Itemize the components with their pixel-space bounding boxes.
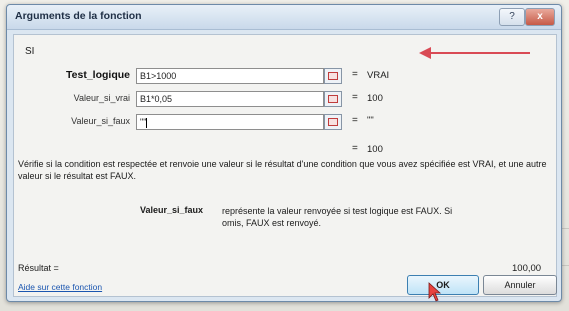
dialog-title: Arguments de la fonction — [15, 10, 142, 22]
arg-result-valeur-si-vrai: 100 — [367, 93, 383, 104]
result-label: Résultat = — [18, 263, 59, 273]
dialog-content: SI Test_logique B1>1000 = VRAI Valeur_si… — [13, 34, 557, 297]
current-arg-name: Valeur_si_faux — [140, 205, 204, 215]
result-value: 100,00 — [512, 263, 542, 274]
arg-input-test-logique[interactable]: B1>1000 — [136, 68, 324, 84]
arg-input-valeur-si-faux[interactable]: "" — [136, 114, 324, 130]
collapse-dialog-icon[interactable] — [324, 68, 342, 84]
arg-result-test-logique: VRAI — [367, 70, 390, 81]
equals-sign: = — [352, 69, 358, 80]
arg-result-valeur-si-faux: "" — [367, 115, 374, 126]
collapse-dialog-icon[interactable] — [324, 114, 342, 130]
close-button[interactable]: x — [525, 8, 555, 26]
ok-button[interactable]: OK — [407, 275, 479, 295]
mouse-cursor-icon — [428, 282, 442, 302]
help-link[interactable]: Aide sur cette fonction — [18, 282, 102, 292]
function-arguments-dialog: Arguments de la fonction ? x SI Test_log… — [6, 4, 562, 302]
arg-label-valeur-si-vrai: Valeur_si_vrai — [73, 93, 130, 103]
current-arg-description: représente la valeur renvoyée si test lo… — [222, 206, 453, 228]
equals-sign: = — [352, 143, 358, 154]
collapse-dialog-icon[interactable] — [324, 91, 342, 107]
function-preview-result: 100 — [367, 144, 383, 155]
arg-label-valeur-si-faux: Valeur_si_faux — [71, 116, 130, 126]
function-name: SI — [25, 46, 35, 57]
annotation-arrow-line — [430, 52, 530, 54]
text-caret — [146, 117, 148, 128]
equals-sign: = — [352, 115, 358, 126]
arg-label-test-logique: Test_logique — [66, 69, 130, 81]
cancel-button[interactable]: Annuler — [483, 275, 557, 295]
equals-sign: = — [352, 92, 358, 103]
arg-input-valeur-si-vrai[interactable]: B1*0,05 — [136, 91, 324, 107]
function-description: Vérifie si la condition est respectée et… — [18, 159, 547, 181]
dialog-titlebar[interactable]: Arguments de la fonction ? x — [7, 5, 561, 30]
help-button[interactable]: ? — [499, 8, 525, 26]
